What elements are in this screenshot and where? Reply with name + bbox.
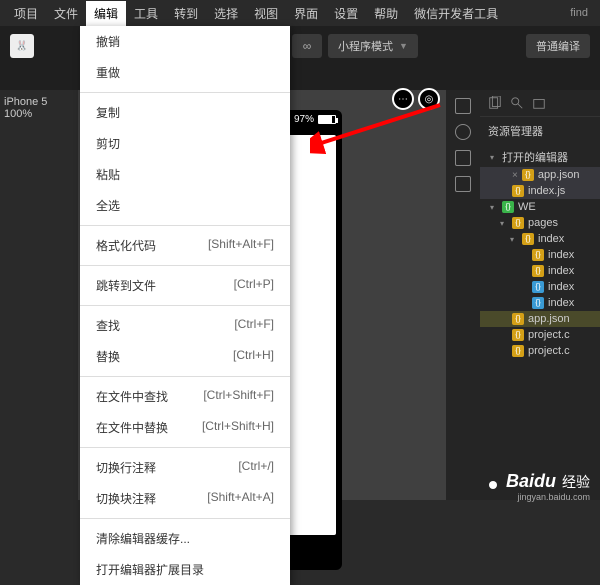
menu-item-0[interactable]: 项目 [6, 1, 46, 26]
menu-item[interactable]: 格式化代码[Shift+Alt+F] [80, 230, 290, 261]
menu-item[interactable]: 清除编辑器缓存... [80, 523, 290, 554]
watermark: Baidu 经验 [486, 471, 590, 492]
menu-item[interactable]: 全选 [80, 190, 290, 221]
menu-item-5[interactable]: 选择 [206, 1, 246, 26]
tree-row[interactable]: ▾{}index [480, 231, 600, 247]
search-hint[interactable]: find [570, 7, 594, 19]
menu-item-4[interactable]: 转到 [166, 1, 206, 26]
menu-item-9[interactable]: 帮助 [366, 1, 406, 26]
device-label[interactable]: iPhone 5 100% [4, 96, 74, 120]
watermark-url: jingyan.baidu.com [517, 492, 590, 502]
tree-row[interactable]: {}index.js [480, 183, 600, 199]
editor-icon-bar [446, 90, 480, 500]
file-icon: {} [512, 313, 524, 325]
editor-icon[interactable] [455, 176, 471, 192]
paw-icon [486, 475, 500, 489]
file-icon: {} [512, 345, 524, 357]
watermark-text: 经验 [562, 472, 590, 492]
menu-item-2[interactable]: 编辑 [86, 1, 126, 26]
menu-item[interactable]: 在文件中替换[Ctrl+Shift+H] [80, 412, 290, 443]
file-icon: {} [522, 233, 534, 245]
files-icon[interactable] [488, 96, 502, 110]
tree-row[interactable]: {}app.json [480, 311, 600, 327]
mode-select[interactable]: 小程序模式 ▼ [328, 34, 418, 58]
file-icon: {} [532, 281, 544, 293]
tree-row[interactable]: {}index [480, 263, 600, 279]
menu-item[interactable]: 查找[Ctrl+F] [80, 310, 290, 341]
menu-item[interactable]: 切换块注释[Shift+Alt+A] [80, 483, 290, 514]
menu-item[interactable]: 替换[Ctrl+H] [80, 341, 290, 372]
file-icon: {} [532, 297, 544, 309]
menu-item[interactable]: 重做 [80, 57, 290, 88]
tree-row[interactable]: {}project.c [480, 343, 600, 359]
menu-item[interactable]: 粘贴 [80, 159, 290, 190]
menu-item-10[interactable]: 微信开发者工具 [406, 1, 506, 26]
tree-row[interactable]: ▾打开的编辑器 [480, 147, 600, 167]
record-icon[interactable] [455, 124, 471, 140]
compile-select[interactable]: 普通编译 [526, 34, 590, 58]
menu-item[interactable]: 复制 [80, 97, 290, 128]
tree-row[interactable]: {}index [480, 247, 600, 263]
menu-item[interactable]: 在文件中查找[Ctrl+Shift+F] [80, 381, 290, 412]
tree-row[interactable]: {}index [480, 279, 600, 295]
watermark-logo: Baidu [506, 471, 556, 492]
search-icon[interactable] [510, 96, 524, 110]
tree-row[interactable]: ×{}app.json [480, 167, 600, 183]
panel-title: 资源管理器 [480, 117, 600, 145]
editor-icon[interactable] [455, 98, 471, 114]
menu-item-1[interactable]: 文件 [46, 1, 86, 26]
file-tree: ▾打开的编辑器 × {}app.json {}index.js▾{}WE▾{}page… [480, 145, 600, 361]
chevron-down-icon: ▼ [399, 41, 408, 51]
device-strip: iPhone 5 100% [0, 90, 78, 500]
file-icon: {} [532, 265, 544, 277]
menu-item-8[interactable]: 设置 [326, 1, 366, 26]
file-icon: {} [512, 329, 524, 341]
file-icon: {} [522, 169, 534, 181]
menu-item[interactable]: 剪切 [80, 128, 290, 159]
annotation-arrow [310, 100, 450, 160]
edit-dropdown: 撤销重做复制剪切粘贴全选格式化代码[Shift+Alt+F] 跳转到文件[Ctrl… [80, 26, 290, 585]
file-icon: {} [512, 217, 524, 229]
file-icon: {} [532, 249, 544, 261]
menu-item-6[interactable]: 视图 [246, 1, 286, 26]
box-icon[interactable] [532, 96, 546, 110]
menu-item-3[interactable]: 工具 [126, 1, 166, 26]
tree-row[interactable]: ▾{}WE [480, 199, 600, 215]
mode-label: 小程序模式 [338, 38, 393, 54]
tree-row[interactable]: ▾{}pages [480, 215, 600, 231]
menu-item[interactable]: 打开编辑器扩展目录 [80, 554, 290, 585]
menu-item[interactable]: 撤销 [80, 26, 290, 57]
menubar: 项目文件编辑工具转到选择视图界面设置帮助微信开发者工具 find [0, 0, 600, 26]
menu-item[interactable]: 跳转到文件[Ctrl+P] [80, 270, 290, 301]
menu-item[interactable]: 切换行注释[Ctrl+/] [80, 452, 290, 483]
file-icon: {} [502, 201, 514, 213]
menu-item-7[interactable]: 界面 [286, 1, 326, 26]
tree-row[interactable]: {}project.c [480, 327, 600, 343]
sidebar: 资源管理器 ▾打开的编辑器×{}app.json{}index.js▾{}WE▾… [480, 90, 600, 500]
app-icon: 🐰 [10, 34, 34, 58]
editor-icon[interactable] [455, 150, 471, 166]
close-icon[interactable]: × [512, 170, 518, 181]
tree-row[interactable]: {}index [480, 295, 600, 311]
file-icon: {} [512, 185, 524, 197]
link-icon[interactable]: ∞ [292, 34, 322, 58]
